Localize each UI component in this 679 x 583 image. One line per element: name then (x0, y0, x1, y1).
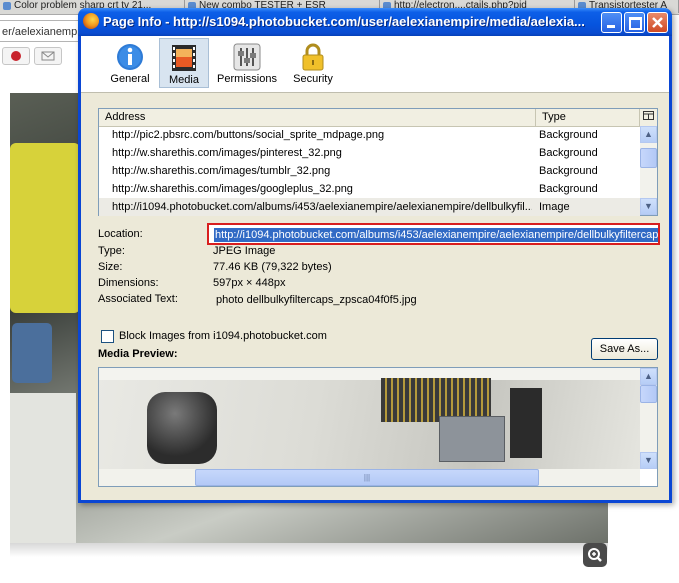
size-value: 77.46 KB (79,322 bytes) (213, 261, 332, 273)
browser-toolbar (0, 46, 84, 66)
tab-general[interactable]: General (106, 38, 154, 88)
preview-horizontal-scrollbar[interactable]: ||| (99, 469, 640, 486)
list-item-address: http://w.sharethis.com/images/pinterest_… (112, 147, 342, 159)
tab-permissions-label: Permissions (217, 73, 277, 85)
type-value: JPEG Image (213, 245, 276, 257)
scroll-down-icon[interactable]: ▼ (640, 198, 657, 215)
dialog-title: Page Info - http://s1094.photobucket.com… (103, 14, 585, 29)
column-header-address[interactable]: Address (99, 109, 536, 126)
zoom-button[interactable] (583, 543, 607, 567)
list-item[interactable]: http://w.sharethis.com/images/pinterest_… (99, 144, 640, 162)
browser-url-bar[interactable]: er/aelexianempire/m (0, 20, 84, 42)
list-item-type: Background (539, 165, 598, 177)
size-label: Size: (98, 261, 123, 273)
list-item-type: Image (539, 201, 570, 213)
photo-component (12, 323, 52, 383)
list-item-type: Background (539, 147, 598, 159)
tab-media[interactable]: Media (159, 38, 209, 88)
page-info-dialog: Page Info - http://s1094.photobucket.com… (78, 8, 672, 503)
list-item-address: http://w.sharethis.com/images/tumblr_32.… (112, 165, 331, 177)
list-item-address: http://w.sharethis.com/images/googleplus… (112, 183, 353, 195)
list-item-selected[interactable]: http://i1094.photobucket.com/albums/i453… (99, 198, 640, 216)
magnifier-icon (588, 548, 602, 562)
preview-image-part (147, 392, 217, 464)
preview-vertical-scrollbar[interactable]: ▲ ▼ (640, 368, 657, 469)
location-label: Location: (98, 228, 143, 240)
maximize-button[interactable] (624, 12, 645, 33)
column-picker-icon[interactable] (640, 109, 657, 126)
scroll-thumb[interactable] (640, 148, 657, 168)
media-preview-heading: Media Preview: (98, 348, 178, 360)
dimensions-value: 597px × 448px (213, 277, 286, 289)
preview-image-part (439, 416, 505, 462)
lock-icon (302, 43, 324, 71)
list-item[interactable]: http://w.sharethis.com/images/googleplus… (99, 180, 640, 198)
block-images-checkbox[interactable] (101, 330, 114, 343)
column-header-type[interactable]: Type (536, 109, 640, 126)
close-button[interactable] (647, 12, 668, 33)
media-preview: ▲ ▼ ||| (98, 367, 658, 487)
permissions-icon (233, 43, 261, 71)
save-as-button[interactable]: Save As... (591, 338, 658, 360)
scroll-thumb[interactable]: ||| (195, 469, 539, 486)
pinterest-button[interactable] (2, 47, 30, 65)
favicon-icon (3, 2, 11, 10)
email-button[interactable] (34, 47, 62, 65)
location-field[interactable]: http://i1094.photobucket.com/albums/i453… (207, 223, 660, 245)
photo-component (10, 393, 76, 543)
list-item-type: Background (539, 183, 598, 195)
location-value[interactable]: http://i1094.photobucket.com/albums/i453… (214, 228, 658, 242)
list-item-address: http://pic2.pbsrc.com/buttons/social_spr… (112, 129, 385, 141)
photo-component (10, 143, 80, 313)
list-item-address: http://i1094.photobucket.com/albums/i453… (112, 201, 532, 213)
list-item[interactable]: http://w.sharethis.com/images/tumblr_32.… (99, 162, 640, 180)
scroll-down-icon[interactable]: ▼ (640, 452, 657, 469)
associated-text-value: photo dellbulkyfiltercaps_zpsca04f0f5.jp… (216, 294, 417, 306)
maximize-icon (629, 17, 642, 30)
preview-image-part (99, 368, 640, 380)
list-header: Address Type (99, 109, 657, 127)
minimize-button[interactable] (601, 12, 622, 33)
close-icon (652, 17, 663, 28)
info-icon (117, 44, 143, 70)
preview-image-part (510, 388, 542, 458)
list-item-type: Background (539, 129, 598, 141)
scroll-up-icon[interactable]: ▲ (640, 126, 657, 143)
type-label: Type: (98, 245, 125, 257)
column-picker-glyph (643, 111, 654, 120)
associated-text-label: Associated Text: (98, 293, 178, 305)
tab-media-label: Media (169, 74, 199, 86)
scroll-up-icon[interactable]: ▲ (640, 368, 657, 385)
list-item[interactable]: http://pic2.pbsrc.com/buttons/social_spr… (99, 126, 640, 144)
preview-image (99, 368, 640, 469)
scroll-thumb[interactable] (640, 385, 657, 403)
tab-permissions[interactable]: Permissions (215, 38, 279, 88)
list-scrollbar[interactable]: ▲ ▼ (640, 126, 657, 215)
dialog-titlebar[interactable]: Page Info - http://s1094.photobucket.com… (78, 8, 672, 36)
tab-general-label: General (110, 73, 150, 85)
media-icon (172, 45, 196, 71)
firefox-icon (83, 13, 99, 29)
email-icon (41, 51, 55, 61)
media-address-list[interactable]: Address Type http://pic2.pbsrc.com/butto… (98, 108, 658, 216)
page-info-tabs: General Media Permissions Security (81, 36, 669, 93)
minimize-icon (607, 25, 615, 28)
dimensions-label: Dimensions: (98, 277, 159, 289)
tab-security[interactable]: Security (287, 38, 339, 88)
photo-shadow (10, 543, 608, 557)
block-images-label[interactable]: Block Images from i1094.photobucket.com (119, 329, 327, 343)
tab-security-label: Security (293, 73, 333, 85)
pinterest-icon (11, 51, 21, 61)
